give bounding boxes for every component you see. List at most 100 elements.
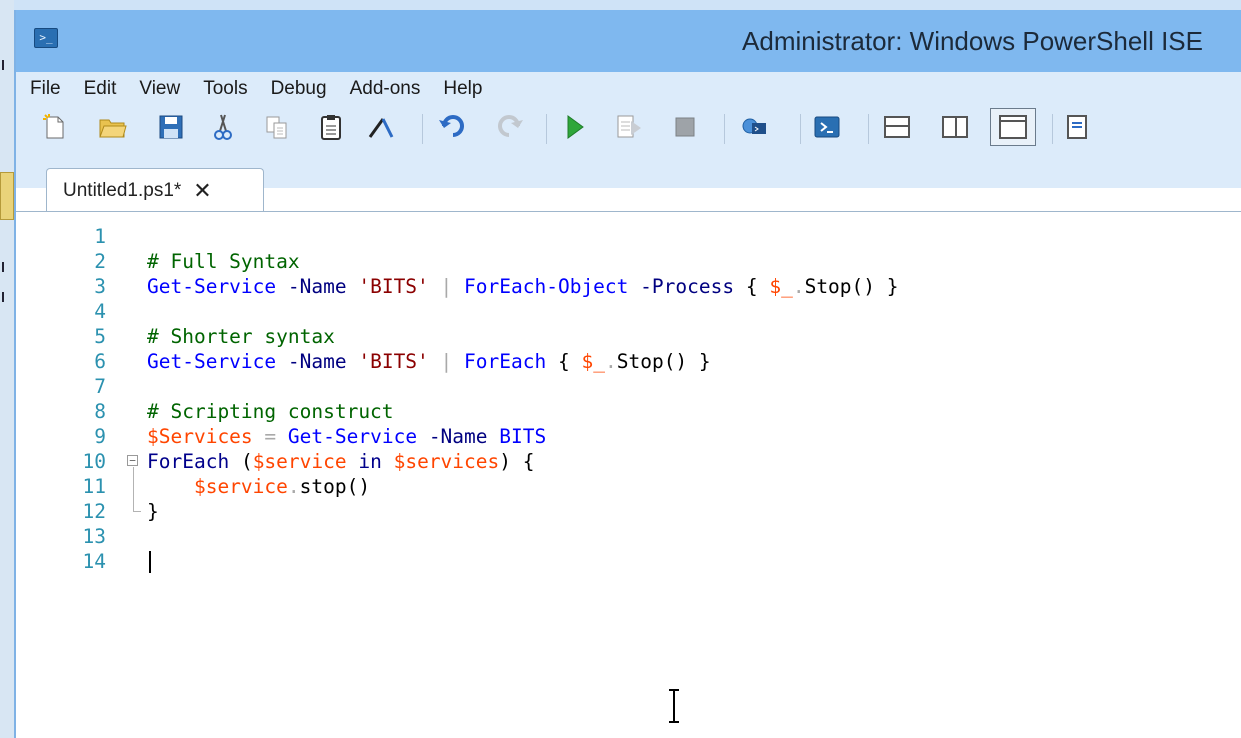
line-number: 8 [94,400,106,423]
code-token: $_ [581,350,605,373]
code-token: $Services [147,425,253,448]
toolbar-separator [422,114,423,144]
code-token: = [264,425,277,448]
code-token: ) [499,450,512,473]
line-number: 2 [94,250,106,273]
start-powershell-icon[interactable] [812,112,842,142]
undo-icon[interactable] [438,112,468,142]
collapse-icon[interactable]: − [127,455,138,466]
window-title: Administrator: Windows PowerShell ISE [742,26,1203,56]
code-text: ForEach ($service in $services) { [147,449,535,474]
show-command-window-icon[interactable] [1062,112,1092,142]
code-token: $service [252,450,347,473]
menu-file[interactable]: File [16,76,72,102]
code-token: ForEach [464,350,547,373]
desktop-mark [2,60,10,70]
code-token: Stop [804,275,852,298]
text-cursor-icon [669,689,679,723]
code-token: stop [299,475,347,498]
code-token: in [358,450,382,473]
code-text: } [147,499,159,524]
close-icon[interactable]: ✕ [193,178,211,204]
code-token: () [346,475,371,498]
paste-icon[interactable] [316,112,346,142]
stop-icon[interactable] [670,112,700,142]
desktop-mark [2,292,10,302]
open-icon[interactable] [98,112,128,142]
toolbar-separator [868,114,869,144]
code-text: # Scripting construct [147,399,394,424]
code-token: { [745,275,758,298]
run-selection-icon[interactable] [614,112,644,142]
line-number: 4 [94,300,106,323]
code-token: ForEach [147,450,230,473]
tab-untitled1[interactable]: Untitled1.ps1* ✕ [46,168,264,213]
code-token: $_ [769,275,793,298]
line-number: 14 [82,550,106,573]
powershell-icon[interactable]: >_ [34,28,58,48]
line-number: 11 [82,475,106,498]
code-token: Get-Service [147,275,277,298]
run-script-icon[interactable] [560,112,590,142]
menu-add-ons[interactable]: Add-ons [338,76,432,102]
code-token: # Full Syntax [147,250,300,273]
code-token: -Name [287,350,347,373]
menu-edit[interactable]: Edit [72,76,128,102]
line-number: 7 [94,375,106,398]
code-token: } [698,350,711,373]
code-token: Get-Service [287,425,418,448]
line-number: 6 [94,350,106,373]
code-token: () [663,350,688,373]
menu-view[interactable]: View [127,76,191,102]
code-token: -Name [287,275,347,298]
code-token: . [604,350,617,373]
code-token: Get-Service [147,350,277,373]
code-text: # Full Syntax [147,249,300,274]
toolbar-separator [1052,114,1053,144]
code-token: () [851,275,876,298]
text-caret [149,551,151,573]
remote-powershell-icon[interactable] [740,112,770,142]
show-script-pane-right-icon[interactable] [940,112,970,142]
copy-icon[interactable] [262,112,292,142]
show-script-pane-maximized-icon[interactable] [990,108,1036,146]
cut-icon[interactable] [208,112,238,142]
clear-console-icon[interactable] [366,112,396,142]
show-script-pane-top-icon[interactable] [882,112,912,142]
title-bar[interactable]: >_ Administrator: Windows PowerShell ISE [16,10,1241,72]
menu-bar: File Edit View Tools Debug Add-ons Help [16,76,493,102]
script-editor[interactable]: 1 2 # Full Syntax 3 Get-Service -Name 'BITS'… [16,212,1241,738]
tab-label: Untitled1.ps1* [63,180,182,201]
menu-debug[interactable]: Debug [259,76,338,102]
code-token: } [886,275,899,298]
code-token: 'BITS' [358,350,429,373]
code-token: -Name [428,425,488,448]
desktop-background-strip [0,0,14,738]
code-token: Stop [616,350,664,373]
code-text: Get-Service -Name 'BITS' | ForEach-Objec… [147,274,899,299]
menu-tools[interactable]: Tools [191,76,258,102]
code-token: . [287,475,300,498]
code-text: $Services = Get-Service -Name BITS [147,424,546,449]
menu-help[interactable]: Help [431,76,493,102]
new-icon[interactable] [40,112,70,142]
code-text: Get-Service -Name 'BITS' | ForEach { $_.… [147,349,711,374]
redo-icon[interactable] [494,112,524,142]
save-icon[interactable] [156,112,186,142]
